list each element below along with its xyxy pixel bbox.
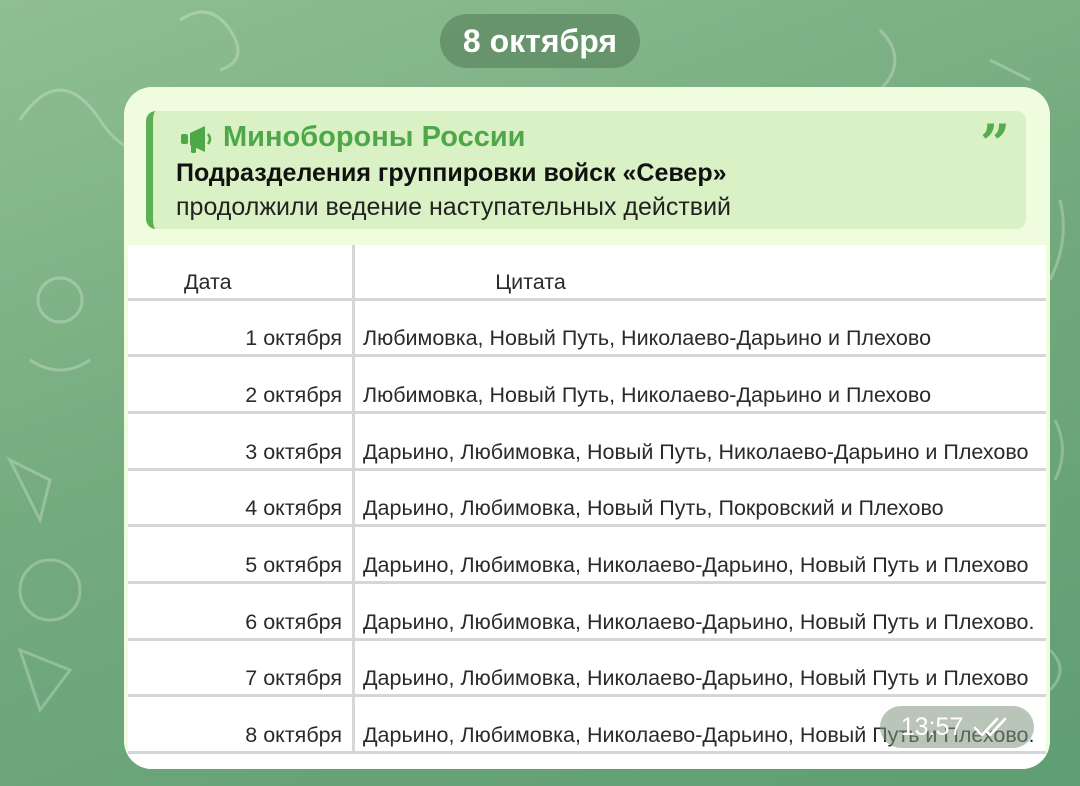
cell-quote: Дарьино, Любимовка, Николаево-Дарьино, Н… bbox=[363, 666, 1029, 691]
reply-subtitle: продолжили ведение наступательных действ… bbox=[176, 193, 732, 221]
cell-quote: Дарьино, Любимовка, Новый Путь, Николаев… bbox=[363, 439, 1029, 464]
table-row: 6 октября Дарьино, Любимовка, Николаево-… bbox=[128, 582, 1046, 640]
quote-table: Дата Цитата 1 октября Любимовка, Новый П… bbox=[128, 245, 1046, 754]
message-bubble[interactable]: Минобороны России ” Подразделения группи… bbox=[124, 87, 1050, 769]
cell-quote: Любимовка, Новый Путь, Николаево-Дарьино… bbox=[363, 326, 932, 351]
message-time: 13:57 bbox=[900, 712, 964, 741]
cell-date: 2 октября bbox=[128, 355, 355, 413]
message-time-badge: 13:57 bbox=[880, 706, 1034, 748]
table-row: 1 октября Любимовка, Новый Путь, Николае… bbox=[128, 299, 1046, 356]
table-header-row: Дата Цитата bbox=[128, 245, 1046, 299]
table-row: 3 октября Дарьино, Любимовка, Новый Путь… bbox=[128, 412, 1046, 470]
cell-quote: Дарьино, Любимовка, Николаево-Дарьино, Н… bbox=[363, 552, 1029, 577]
cell-date: 7 октября bbox=[128, 639, 355, 696]
quote-icon: ” bbox=[980, 114, 1010, 175]
cell-quote: Дарьино, Любимовка, Новый Путь, Покровск… bbox=[363, 496, 944, 521]
header-quote: Цитата bbox=[495, 269, 566, 294]
reply-title: Подразделения группировки войск «Север» bbox=[176, 159, 727, 187]
cell-quote: Любимовка, Новый Путь, Николаево-Дарьино… bbox=[363, 382, 932, 407]
table-image[interactable]: Дата Цитата 1 октября Любимовка, Новый П… bbox=[128, 245, 1046, 769]
cell-date: 1 октября bbox=[128, 299, 355, 356]
reply-preview[interactable]: Минобороны России ” Подразделения группи… bbox=[146, 111, 1026, 229]
cell-date: 5 октября bbox=[128, 525, 355, 583]
date-separator: 8 октября bbox=[440, 14, 640, 68]
cell-quote: Дарьино, Любимовка, Николаево-Дарьино, Н… bbox=[363, 609, 1035, 634]
cell-date: 8 октября bbox=[128, 695, 355, 753]
table-row: 4 октября Дарьино, Любимовка, Новый Путь… bbox=[128, 469, 1046, 526]
table-row: 2 октября Любимовка, Новый Путь, Николае… bbox=[128, 355, 1046, 413]
double-check-icon bbox=[973, 717, 1007, 737]
cell-date: 3 октября bbox=[128, 412, 355, 470]
megaphone-icon bbox=[181, 126, 212, 153]
channel-name: Минобороны России bbox=[223, 121, 526, 153]
table-row: 7 октября Дарьино, Любимовка, Николаево-… bbox=[128, 639, 1046, 696]
header-date: Дата bbox=[128, 245, 355, 299]
cell-date: 4 октября bbox=[128, 469, 355, 526]
table-row: 5 октября Дарьино, Любимовка, Николаево-… bbox=[128, 525, 1046, 583]
cell-date: 6 октября bbox=[128, 582, 355, 640]
